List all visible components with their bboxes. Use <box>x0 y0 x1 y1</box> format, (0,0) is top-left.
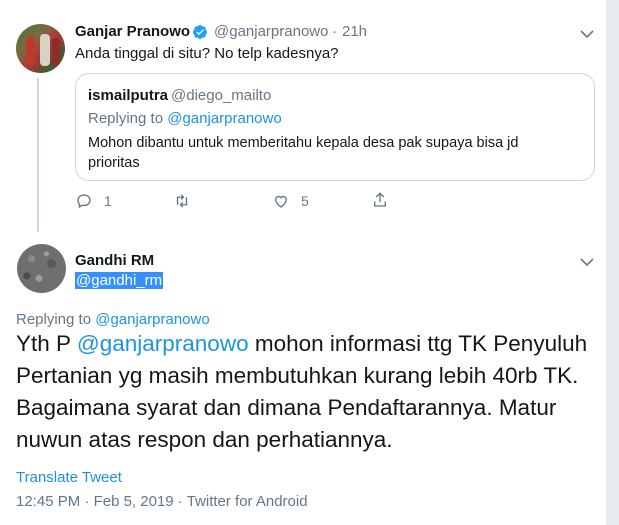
quote-text: Mohon dibantu untuk memberitahu kepala d… <box>88 135 519 171</box>
replying-to: Replying to @ganjarpranowo <box>16 311 210 328</box>
share-icon[interactable] <box>371 191 389 209</box>
tweet-time[interactable]: 21h <box>342 23 367 40</box>
like-icon[interactable] <box>272 192 290 210</box>
tweet-text: Yth P @ganjarpranowo mohon informasi ttg… <box>16 328 606 456</box>
tweet-date[interactable]: Feb 5, 2019 <box>94 493 174 510</box>
quote-author-handle: @diego_mailto <box>171 87 272 104</box>
replying-prefix: Replying to <box>88 110 164 127</box>
retweet-icon[interactable] <box>173 192 191 210</box>
quoted-tweet[interactable]: ismailputra @diego_mailto Replying to @g… <box>75 73 595 181</box>
avatar[interactable] <box>17 244 66 293</box>
translate-tweet-link[interactable]: Translate Tweet <box>16 469 122 486</box>
author-name[interactable]: Gandhi RM <box>75 252 154 269</box>
quote-author-name: ismailputra <box>88 87 169 104</box>
chevron-down-icon[interactable] <box>579 256 595 268</box>
meta-separator: · <box>80 493 94 510</box>
thread-line <box>37 78 39 232</box>
author-name[interactable]: Ganjar Pranowo <box>75 23 190 40</box>
verified-icon <box>192 25 207 39</box>
tweet-meta: 12:45 PM · Feb 5, 2019 · Twitter for And… <box>16 493 308 510</box>
reply-count: 1 <box>104 193 112 209</box>
tweet-time[interactable]: 12:45 PM <box>16 493 80 510</box>
separator-dot: · <box>332 23 337 40</box>
chevron-down-icon[interactable] <box>579 28 595 40</box>
timeline-card: Ganjar Pranowo @ganjarpranowo · 21h Anda… <box>0 0 606 525</box>
mention-link[interactable]: @ganjarpranowo <box>77 331 249 356</box>
replying-to-link[interactable]: @ganjarpranowo <box>167 110 281 127</box>
replying-to-link[interactable]: @ganjarpranowo <box>95 311 209 328</box>
author-handle[interactable]: @ganjarpranowo <box>214 23 328 40</box>
reply-icon[interactable] <box>75 192 93 210</box>
replying-prefix: Replying to <box>16 311 92 328</box>
selected-handle-text: @gandhi_rm <box>75 272 164 289</box>
text-before-mention: Yth P <box>16 331 77 356</box>
avatar[interactable] <box>16 24 65 73</box>
author-handle[interactable]: @gandhi_rm <box>75 272 164 289</box>
tweet-source[interactable]: Twitter for Android <box>187 493 308 510</box>
like-count: 5 <box>301 193 309 209</box>
meta-separator: · <box>173 493 187 510</box>
tweet-text: Anda tinggal di situ? No telp kadesnya? <box>75 45 339 62</box>
quote-replying-to: Replying to @ganjarpranowo <box>88 110 282 127</box>
